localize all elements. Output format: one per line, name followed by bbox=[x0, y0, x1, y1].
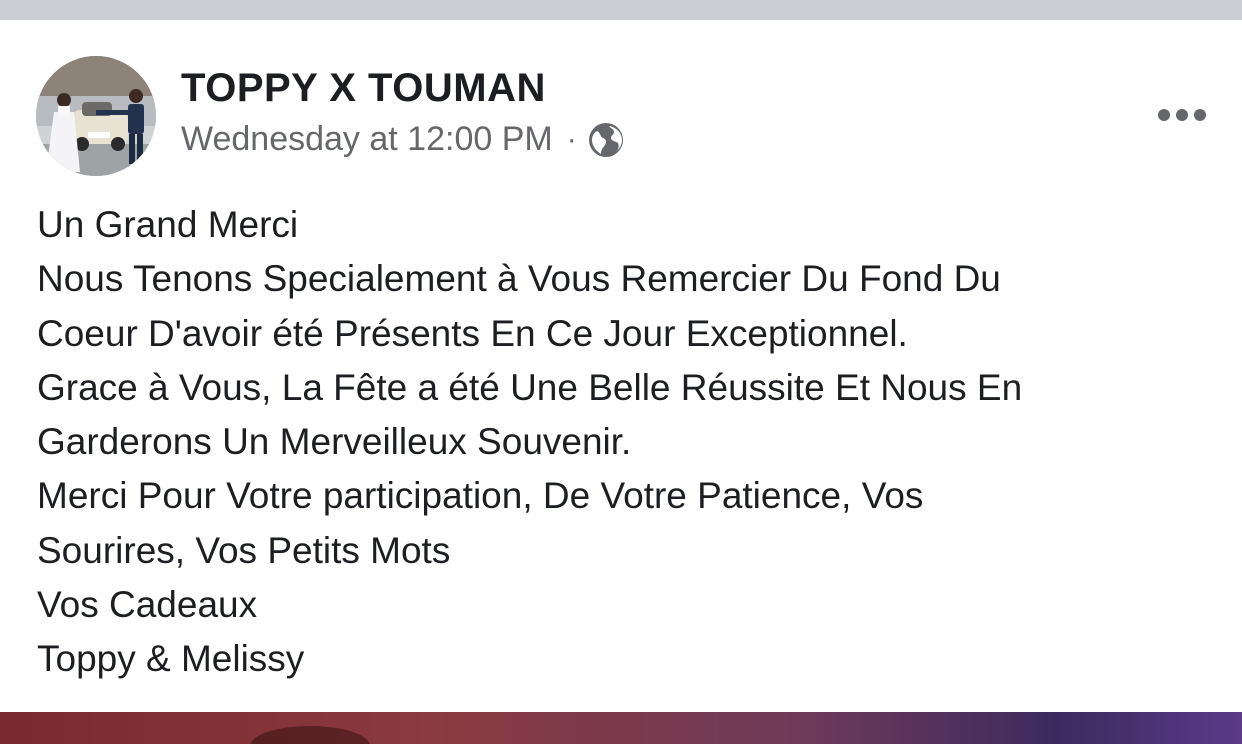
wedding-couple-photo bbox=[36, 56, 156, 176]
top-separator bbox=[0, 0, 1242, 20]
post-text-line: Sourires, Vos Petits Mots bbox=[37, 529, 451, 571]
post-author-name[interactable]: TOPPY X TOUMAN bbox=[181, 66, 546, 111]
post-text-line: Un Grand Merci bbox=[37, 204, 299, 245]
post-text-line: Toppy & Melissy bbox=[37, 638, 305, 680]
more-options-button[interactable] bbox=[1150, 98, 1214, 132]
globe-icon[interactable] bbox=[587, 121, 625, 159]
post-text-line: Vos Cadeaux bbox=[37, 584, 258, 626]
post-meta: Wednesday at 12:00 PM · bbox=[181, 120, 625, 159]
post-text-line: Merci Pour Votre participation, De Votre… bbox=[37, 475, 924, 517]
post-text-line: Coeur D'avoir été Présents En Ce Jour Ex… bbox=[37, 312, 908, 354]
post-text-line: Garderons Un Merveilleux Souvenir. bbox=[37, 421, 632, 463]
post-photo[interactable] bbox=[0, 712, 1242, 744]
post-timestamp[interactable]: Wednesday at 12:00 PM bbox=[181, 120, 553, 159]
meta-separator: · bbox=[566, 122, 577, 156]
post-text-line: Grace à Vous, La Fête a été Une Belle Ré… bbox=[37, 366, 1023, 408]
avatar[interactable] bbox=[36, 56, 156, 176]
post-text-line: Nous Tenons Specialement à Vous Remercie… bbox=[37, 258, 1001, 300]
more-options-icon bbox=[1158, 109, 1206, 121]
post-card: TOPPY X TOUMAN Wednesday at 12:00 PM · U… bbox=[0, 20, 1242, 712]
post-text: Un Grand Merci Nous Tenons Specialement … bbox=[37, 198, 1217, 687]
photo-shadow bbox=[250, 726, 370, 744]
